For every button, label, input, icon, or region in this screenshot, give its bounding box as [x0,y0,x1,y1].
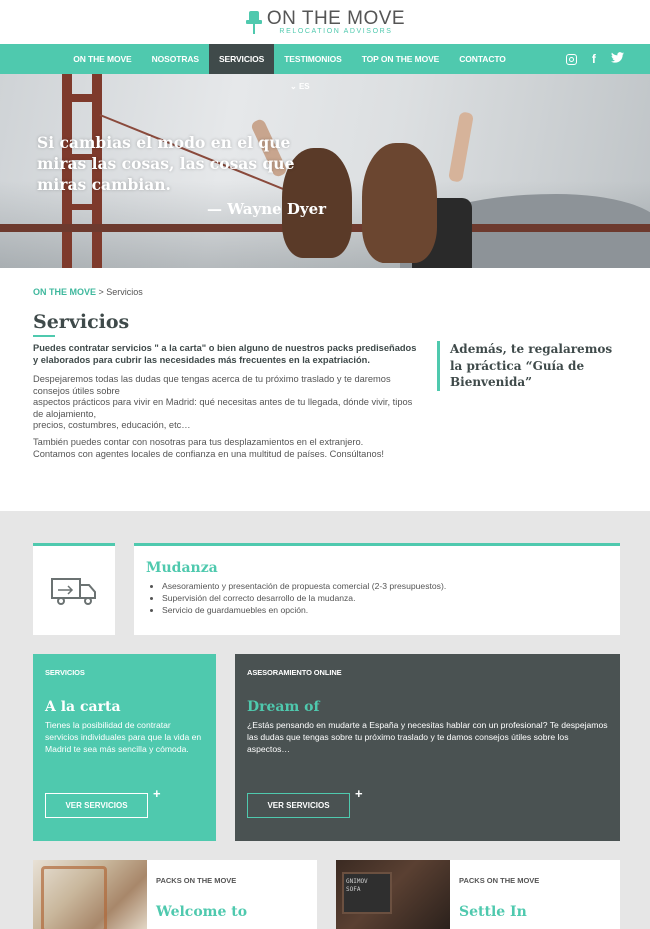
breadcrumb-current: Servicios [106,287,143,297]
nav-item-top-on-the-move[interactable]: TOP ON THE MOVE [352,44,450,74]
plus-icon[interactable]: + [153,786,161,801]
truck-icon [51,577,96,605]
logo-name: ON THE MOVE [266,7,406,29]
intro-text: Puedes contratar servicios " a la carta"… [33,343,417,365]
facebook-icon[interactable]: f [587,52,601,66]
mudanza-icon-box [33,543,115,635]
nav-item-contacto[interactable]: CONTACTO [449,44,516,74]
hero-quote: Si cambias el modo en el que miras las c… [37,133,295,194]
pack-image: GNIMOV SOFA [336,860,450,929]
chevron-down-icon: ⌄ [290,82,299,91]
list-item: Servicio de guardamuebles en opción. [162,604,608,616]
ver-servicios-button[interactable]: VER SERVICIOS [45,793,148,818]
body-paragraph-1: Despejaremos todas las dudas que tengas … [33,374,413,430]
instagram-icon[interactable] [565,53,577,65]
body-paragraph-2: También puedes contar con nosotras para … [33,437,384,459]
title-underline [33,335,55,337]
card-title: A la carta [45,699,121,715]
mudanza-list: Asesoramiento y presentación de propuest… [146,580,608,616]
header: ON THE MOVE RELOCATION ADVISORS [0,0,650,44]
list-item: Asesoramiento y presentación de propuest… [162,580,608,592]
logo-tagline: RELOCATION ADVISORS [279,27,393,35]
breadcrumb-home[interactable]: ON THE MOVE [33,287,96,297]
card-title: Dream of [247,699,320,715]
chalkboard-text: GNIMOV SOFA [346,878,368,893]
mudanza-title: Mudanza [146,560,218,576]
dream-of-card: ASESORAMIENTO ONLINE Dream of ¿Estás pen… [235,654,620,841]
nav-item-servicios[interactable]: SERVICIOS [208,44,275,74]
hero-quote-author: — Wayne Dyer [207,200,327,218]
social-links: f [565,44,625,74]
nav-item-testimonios[interactable]: TESTIMONIOS [274,44,351,74]
pack-title: Welcome to [156,904,248,920]
list-item: Supervisión del correcto desarrollo de l… [162,592,608,604]
pin-icon [245,9,263,35]
card-text: ¿Estás pensando en mudarte a España y ne… [247,720,608,754]
card-kicker: SERVICIOS [45,668,85,677]
main-nav: ON THE MOVE NOSOTRAS SERVICIOS TESTIMONI… [0,44,650,74]
language-label: ES [298,82,310,91]
pack-welcome-to[interactable]: PACKS ON THE MOVE Welcome to [33,860,317,929]
nav-item-nosotras[interactable]: NOSOTRAS [142,44,209,74]
language-selector[interactable]: ⌄ ES [290,82,310,91]
pack-image [33,860,147,929]
twitter-icon[interactable] [611,52,625,66]
mudanza-card: Mudanza Asesoramiento y presentación de … [134,543,620,635]
pack-kicker: PACKS ON THE MOVE [156,876,237,885]
a-la-carta-card: SERVICIOS A la carta Tienes la posibilid… [33,654,216,841]
nav-item-on-the-move[interactable]: ON THE MOVE [63,44,141,74]
card-kicker: ASESORAMIENTO ONLINE [247,668,342,677]
pack-settle-in[interactable]: GNIMOV SOFA PACKS ON THE MOVE Settle In [336,860,620,929]
page-title: Servicios [33,311,130,333]
breadcrumb-separator: > [96,287,107,297]
card-text: Tienes la posibilidad de contratar servi… [45,720,202,754]
site-logo[interactable]: ON THE MOVE RELOCATION ADVISORS [245,9,405,36]
plus-icon[interactable]: + [355,786,363,801]
ver-servicios-button[interactable]: VER SERVICIOS [247,793,350,818]
breadcrumb: ON THE MOVE > Servicios [33,287,143,297]
pack-kicker: PACKS ON THE MOVE [459,876,540,885]
welcome-guide-callout: Además, te regalaremos la práctica “Guía… [437,341,617,391]
pack-title: Settle In [459,904,527,920]
hero-banner: ⌄ ES Si cambias el modo en el que miras … [0,74,650,268]
